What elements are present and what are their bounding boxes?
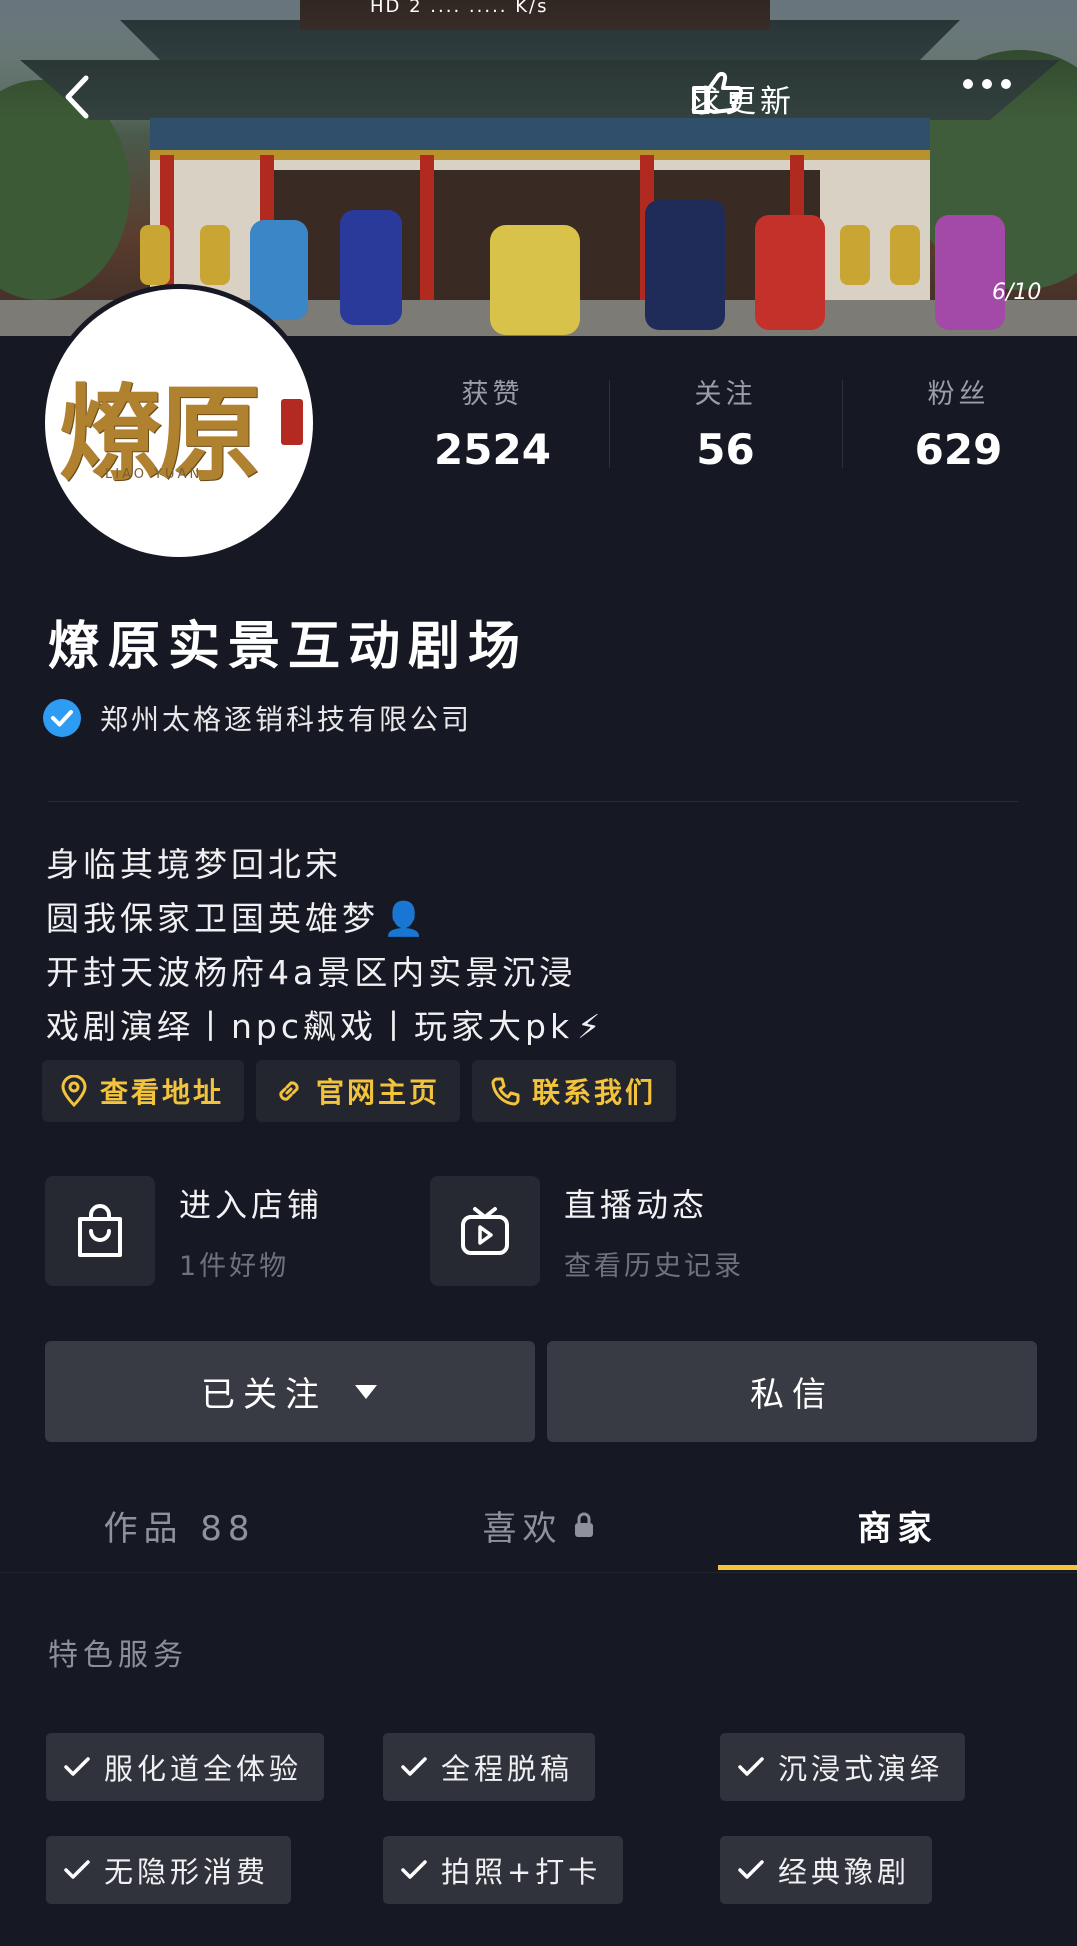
tabs-divider bbox=[0, 1572, 1077, 1573]
message-button[interactable]: 私信 bbox=[547, 1341, 1037, 1442]
feature-tag: 全程脱稿 bbox=[383, 1733, 596, 1801]
feature-label: 经典豫剧 bbox=[778, 1855, 911, 1889]
lock-icon bbox=[574, 1512, 593, 1537]
enter-shop-subtitle: 1件好物 bbox=[179, 1250, 290, 1282]
live-updates-subtitle: 查看历史记录 bbox=[564, 1250, 744, 1282]
back-button[interactable] bbox=[62, 74, 112, 124]
bio-line-2: 圆我保家卫国英雄梦 👤 bbox=[46, 892, 604, 946]
phone-icon bbox=[491, 1077, 520, 1106]
link-icon bbox=[279, 1081, 299, 1101]
features-section-title: 特色服务 bbox=[48, 1638, 188, 1673]
bio-line-4-text: 戏剧演绎丨npc飙戏丨玩家大pk bbox=[46, 1007, 574, 1046]
banner-page-indicator: 6/10 bbox=[992, 280, 1042, 305]
live-updates-title: 直播动态 bbox=[564, 1185, 709, 1224]
shop-icon-tile bbox=[45, 1176, 155, 1286]
request-update-button[interactable]: 求更新 bbox=[690, 70, 795, 126]
feature-tag: 服化道全体验 bbox=[46, 1733, 325, 1801]
live-tv-icon bbox=[461, 1207, 509, 1255]
followed-button[interactable]: 已关注 bbox=[45, 1341, 535, 1442]
tab-works[interactable]: 作品 88 bbox=[0, 1480, 359, 1570]
tab-likes-label: 喜欢 bbox=[482, 1508, 563, 1549]
verified-company-label: 郑州太格逐销科技有限公司 bbox=[100, 703, 473, 736]
feature-tag: 沉浸式演绎 bbox=[720, 1733, 966, 1801]
tab-merchant[interactable]: 商家 bbox=[718, 1480, 1077, 1570]
status-bar-text: HD 2 .... ..... K/s bbox=[370, 0, 549, 17]
bio-line-3: 开封天波杨府4a景区内实景沉浸 bbox=[46, 953, 577, 992]
check-icon bbox=[401, 1860, 427, 1879]
tab-merchant-label: 商家 bbox=[857, 1508, 938, 1549]
website-label: 官网主页 bbox=[316, 1076, 441, 1109]
check-icon bbox=[738, 1860, 764, 1879]
tab-likes[interactable]: 喜欢 bbox=[359, 1480, 718, 1570]
banner-top-shade bbox=[0, 0, 1077, 120]
more-dots-icon bbox=[963, 79, 1011, 89]
avatar[interactable]: 燎原 LIAO YUAN bbox=[40, 284, 318, 562]
profile-divider bbox=[48, 801, 1018, 802]
person-emoji-icon: 👤 bbox=[383, 899, 429, 938]
contact-us-chip[interactable]: 联系我们 bbox=[472, 1060, 677, 1122]
profile-bio: 身临其境梦回北宋 圆我保家卫国英雄梦 👤 开封天波杨府4a景区内实景沉浸 戏剧演绎… bbox=[46, 838, 604, 1054]
live-icon-tile bbox=[430, 1176, 540, 1286]
stat-following-label: 关注 bbox=[694, 379, 757, 410]
feature-tag: 无隐形消费 bbox=[46, 1836, 292, 1904]
back-arrow-icon bbox=[65, 75, 89, 119]
check-icon bbox=[738, 1757, 764, 1776]
view-address-label: 查看地址 bbox=[100, 1076, 225, 1109]
verified-company[interactable]: 郑州太格逐销科技有限公司 bbox=[42, 698, 472, 738]
contact-us-label: 联系我们 bbox=[532, 1076, 657, 1109]
stat-followers-label: 粉丝 bbox=[927, 379, 990, 410]
feature-tag: 拍照+打卡 bbox=[383, 1836, 624, 1904]
hand-point-icon bbox=[692, 71, 743, 114]
feature-label: 无隐形消费 bbox=[104, 1855, 270, 1889]
stat-following-value: 56 bbox=[696, 425, 755, 474]
stat-likes-label: 获赞 bbox=[461, 379, 524, 410]
profile-tabs: 作品 88 喜欢 商家 bbox=[0, 1480, 1077, 1570]
live-updates-text: 直播动态 查看历史记录 bbox=[564, 1180, 744, 1283]
stat-followers[interactable]: 粉丝 629 bbox=[842, 370, 1075, 476]
feature-label: 沉浸式演绎 bbox=[778, 1752, 944, 1786]
check-icon bbox=[64, 1757, 90, 1776]
caret-down-icon bbox=[355, 1384, 377, 1399]
bio-line-4: 戏剧演绎丨npc飙戏丨玩家大pk ⚡ bbox=[46, 1000, 604, 1054]
stat-followers-value: 629 bbox=[914, 425, 1003, 474]
followed-label: 已关注 bbox=[201, 1375, 327, 1415]
enter-shop-text: 进入店铺 1件好物 bbox=[179, 1180, 323, 1283]
feature-label: 全程脱稿 bbox=[441, 1752, 574, 1786]
more-button[interactable] bbox=[962, 78, 1018, 118]
view-address-chip[interactable]: 查看地址 bbox=[42, 1060, 245, 1122]
message-label: 私信 bbox=[750, 1375, 834, 1415]
location-pin-icon bbox=[61, 1075, 87, 1107]
feature-label: 服化道全体验 bbox=[104, 1752, 303, 1786]
avatar-logo: 燎原 LIAO YUAN bbox=[45, 289, 313, 557]
bio-line-1: 身临其境梦回北宋 bbox=[46, 845, 342, 884]
bio-line-2-text: 圆我保家卫国英雄梦 bbox=[46, 899, 379, 938]
tab-works-label: 作品 88 bbox=[103, 1508, 256, 1549]
enter-shop-title: 进入店铺 bbox=[179, 1185, 324, 1224]
stat-following[interactable]: 关注 56 bbox=[609, 370, 842, 476]
profile-stats: 获赞 2524 关注 56 粉丝 629 bbox=[376, 370, 1076, 476]
profile-name: 燎原实景互动剧场 bbox=[48, 617, 529, 677]
shopping-bag-icon bbox=[78, 1204, 122, 1257]
verified-check-icon bbox=[43, 699, 81, 737]
check-icon bbox=[64, 1860, 90, 1879]
stat-likes-value: 2524 bbox=[434, 425, 551, 474]
feature-label: 拍照+打卡 bbox=[441, 1855, 602, 1889]
avatar-seal-stamp bbox=[281, 399, 303, 445]
profile-link-chips: 查看地址 官网主页 联系我们 bbox=[42, 1060, 677, 1122]
profile-actions: 已关注 私信 bbox=[45, 1341, 1037, 1442]
live-updates-card[interactable]: 直播动态 查看历史记录 bbox=[430, 1176, 744, 1286]
avatar-logo-subtitle: LIAO YUAN bbox=[105, 467, 203, 482]
lightning-emoji-icon: ⚡ bbox=[577, 1007, 605, 1046]
website-chip[interactable]: 官网主页 bbox=[256, 1060, 461, 1122]
enter-shop-card[interactable]: 进入店铺 1件好物 bbox=[45, 1176, 323, 1286]
feature-tag: 经典豫剧 bbox=[720, 1836, 933, 1904]
stat-likes[interactable]: 获赞 2524 bbox=[376, 370, 609, 476]
check-icon bbox=[401, 1757, 427, 1776]
